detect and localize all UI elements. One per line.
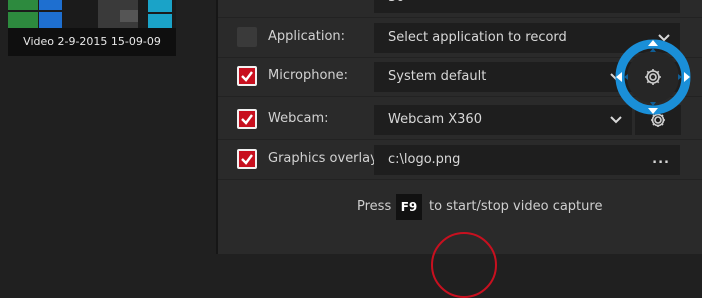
video-thumbnail[interactable]: Video 2-9-2015 15-09-09 [8, 0, 176, 56]
thumbnail-tile [148, 0, 172, 12]
graphics-overlay-path: c:\logo.png [388, 152, 461, 167]
browse-button[interactable]: ... [652, 145, 670, 175]
thumbnail-caption: Video 2-9-2015 15-09-09 [8, 28, 176, 56]
settings-row-graphics-overlay: Graphics overlay: c:\logo.png ... [218, 140, 702, 180]
checkmark-icon [241, 71, 253, 82]
microphone-value: System default [388, 69, 487, 84]
checkmark-icon [241, 114, 253, 125]
hotkey-suffix: to start/stop video capture [429, 199, 603, 214]
checkmark-icon [241, 154, 253, 165]
microphone-label: Microphone: [268, 68, 349, 83]
webcam-value: Webcam X360 [388, 112, 482, 127]
application-label: Application: [268, 29, 346, 44]
video-list-pane: Video 2-9-2015 15-09-09 [0, 0, 216, 254]
thumbnail-tile [8, 12, 38, 28]
thumbnail-tile [120, 10, 138, 22]
hotkey-hint: Press F9 to start/stop video capture [218, 192, 702, 222]
webcam-label: Webcam: [268, 111, 329, 126]
graphics-overlay-label: Graphics overlay: [268, 151, 382, 166]
graphics-overlay-path-field[interactable]: c:\logo.png ... [374, 145, 680, 175]
thumbnail-tile [39, 0, 62, 10]
application-value: Select application to record [388, 30, 567, 45]
settings-row-framerate: 30 [218, 0, 702, 18]
hotkey-prefix: Press [357, 199, 392, 214]
thumbnail-tile [148, 14, 172, 28]
graphics-overlay-checkbox[interactable] [237, 149, 257, 169]
framerate-field[interactable]: 30 [374, 0, 680, 13]
thumbnail-tile [8, 0, 38, 10]
focus-ring-overlay [615, 39, 691, 115]
microphone-dropdown[interactable]: System default [374, 62, 632, 92]
thumbnail-tile [39, 12, 62, 28]
webcam-dropdown[interactable]: Webcam X360 [374, 105, 632, 135]
record-button[interactable] [431, 232, 497, 298]
hotkey-key: F9 [396, 194, 422, 220]
framerate-value: 30 [388, 0, 405, 5]
application-checkbox[interactable] [237, 27, 257, 47]
webcam-checkbox[interactable] [237, 109, 257, 129]
microphone-checkbox[interactable] [237, 66, 257, 86]
